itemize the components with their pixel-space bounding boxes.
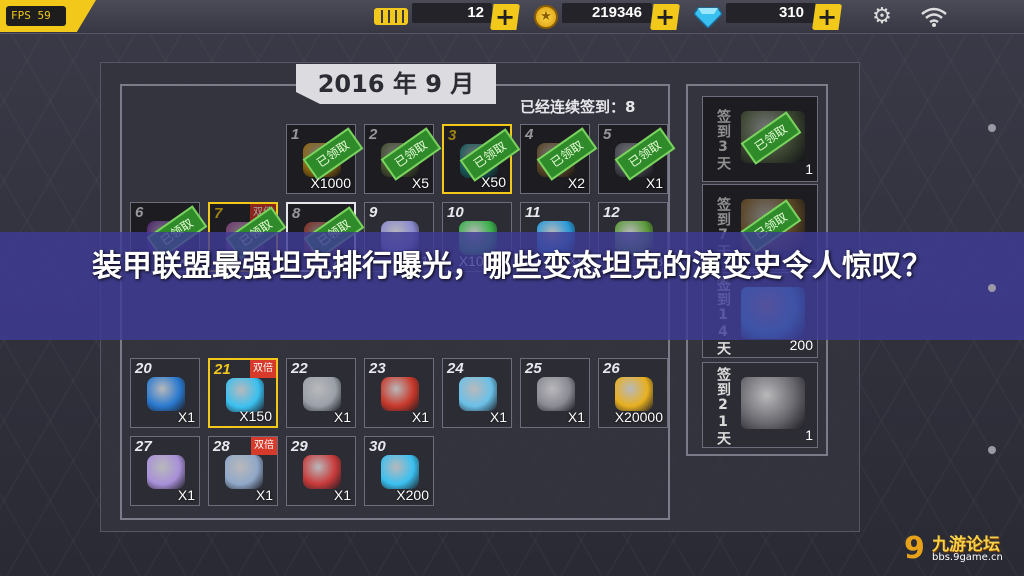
calendar-day-cell[interactable]: 28 双倍 X1 <box>208 436 278 506</box>
watermark-url: bbs.9game.cn <box>932 552 1003 563</box>
diamond-icon <box>694 7 722 28</box>
reward-quantity: X5 <box>411 175 429 191</box>
watermark: 9 九游论坛 bbs.9game.cn <box>904 528 1020 572</box>
headline-banner: 装甲联盟最强坦克排行曝光，哪些变态坦克的演变史令人惊叹？ <box>0 232 1024 340</box>
day-number: 11 <box>525 204 541 221</box>
double-reward-tag: 双倍 <box>251 437 277 455</box>
calendar-day-cell[interactable]: 26 X20000 <box>598 358 668 428</box>
calendar-day-cell[interactable]: 3 已领取 X50 <box>442 124 521 194</box>
gold-value: 219346 <box>591 4 642 21</box>
reward-item-icon <box>381 377 419 411</box>
side-indicator-dot <box>988 124 996 132</box>
watermark-logo: 9 <box>904 531 925 566</box>
settings-gear-icon[interactable]: ⚙ <box>870 5 894 29</box>
reward-quantity: X1 <box>177 409 195 425</box>
day-number: 20 <box>135 360 152 377</box>
day-number: 21 <box>214 361 231 378</box>
reward-quantity: X150 <box>239 408 272 424</box>
day-number: 24 <box>447 360 464 377</box>
reward-quantity: X20000 <box>614 409 663 425</box>
calendar-day-cell[interactable]: 30 X200 <box>364 436 434 506</box>
calendar-day-cell[interactable]: 23 X1 <box>364 358 434 428</box>
calendar-day-cell[interactable]: 29 X1 <box>286 436 356 506</box>
calendar-day-cell[interactable]: 5 已领取 X1 <box>598 124 676 194</box>
reward-item-icon <box>303 377 341 411</box>
calendar-day-cell[interactable]: 27 X1 <box>130 436 200 506</box>
add-diamond-button[interactable]: + <box>812 4 842 30</box>
milestone-reward-row[interactable]: 签到3天 已领取 1 <box>702 96 818 182</box>
fps-label: FPS 59 <box>6 6 66 26</box>
day-number: 28 <box>213 438 230 455</box>
calendar-title: 2016 年 9 月 <box>296 64 496 104</box>
day-number: 29 <box>291 438 308 455</box>
reward-quantity: X1 <box>645 175 663 191</box>
day-number: 22 <box>291 360 308 377</box>
day-number: 26 <box>603 360 620 377</box>
calendar-day-cell[interactable]: 25 X1 <box>520 358 590 428</box>
calendar-day-cell[interactable]: 22 X1 <box>286 358 356 428</box>
day-number: 9 <box>369 204 378 221</box>
calendar-day-cell[interactable]: 21 双倍 X150 <box>208 358 278 428</box>
double-reward-tag: 双倍 <box>250 360 276 378</box>
reward-quantity: X200 <box>396 487 429 503</box>
milestone-reward-icon <box>741 377 805 429</box>
reward-item-icon <box>303 455 341 489</box>
reward-item-icon <box>615 377 653 411</box>
reward-quantity: X1 <box>333 487 351 503</box>
fps-badge: FPS 59 <box>0 0 96 32</box>
top-hud-bar: FPS 59 12 + ★ 219346 + 310 + ⚙ <box>0 0 1024 34</box>
reward-item-icon <box>225 455 263 489</box>
reward-item-icon <box>147 377 185 411</box>
day-number: 25 <box>525 360 542 377</box>
day-number: 30 <box>369 438 386 455</box>
milestone-quantity: 1 <box>805 161 813 177</box>
headline-text: 装甲联盟最强坦克排行曝光，哪些变态坦克的演变史令人惊叹？ <box>92 249 932 284</box>
calendar-day-cell[interactable]: 20 X1 <box>130 358 200 428</box>
reward-quantity: X50 <box>481 174 506 190</box>
reward-quantity: X1 <box>489 409 507 425</box>
day-number: 27 <box>135 438 152 455</box>
reward-item-icon <box>381 455 419 489</box>
side-indicator-dot <box>988 284 996 292</box>
energy-value: 12 <box>467 4 484 21</box>
calendar-day-cell[interactable]: 24 X1 <box>442 358 512 428</box>
reward-item-icon <box>226 378 264 412</box>
gold-coin-icon: ★ <box>534 5 558 29</box>
milestone-reward-row[interactable]: 签到21天 1 <box>702 362 818 448</box>
streak-label: 已经连续签到：8 <box>520 98 636 116</box>
add-energy-button[interactable]: + <box>490 4 520 30</box>
side-indicator-dot <box>988 446 996 454</box>
reward-quantity: X1 <box>411 409 429 425</box>
reward-quantity: X1 <box>567 409 585 425</box>
milestone-quantity: 1 <box>805 427 813 443</box>
day-number: 23 <box>369 360 386 377</box>
reward-quantity: X1000 <box>310 175 351 191</box>
reward-item-icon <box>537 377 575 411</box>
calendar-day-cell[interactable]: 4 已领取 X2 <box>520 124 598 194</box>
calendar-day-cell[interactable]: 1 已领取 X1000 <box>286 124 364 194</box>
reward-quantity: X1 <box>333 409 351 425</box>
diamond-value: 310 <box>778 4 804 21</box>
calendar-day-cell[interactable]: 2 已领取 X5 <box>364 124 442 194</box>
reward-quantity: X2 <box>567 175 585 191</box>
reward-item-icon <box>147 455 185 489</box>
add-gold-button[interactable]: + <box>650 4 680 30</box>
watermark-name: 九游论坛 <box>932 535 1000 555</box>
day-number: 12 <box>603 204 620 221</box>
energy-battery-icon <box>374 8 408 25</box>
wifi-icon <box>921 7 947 27</box>
reward-item-icon <box>459 377 497 411</box>
day-number: 10 <box>447 204 464 221</box>
milestone-label: 签到21天 <box>715 366 731 446</box>
reward-quantity: X1 <box>177 487 195 503</box>
reward-quantity: X1 <box>255 487 273 503</box>
